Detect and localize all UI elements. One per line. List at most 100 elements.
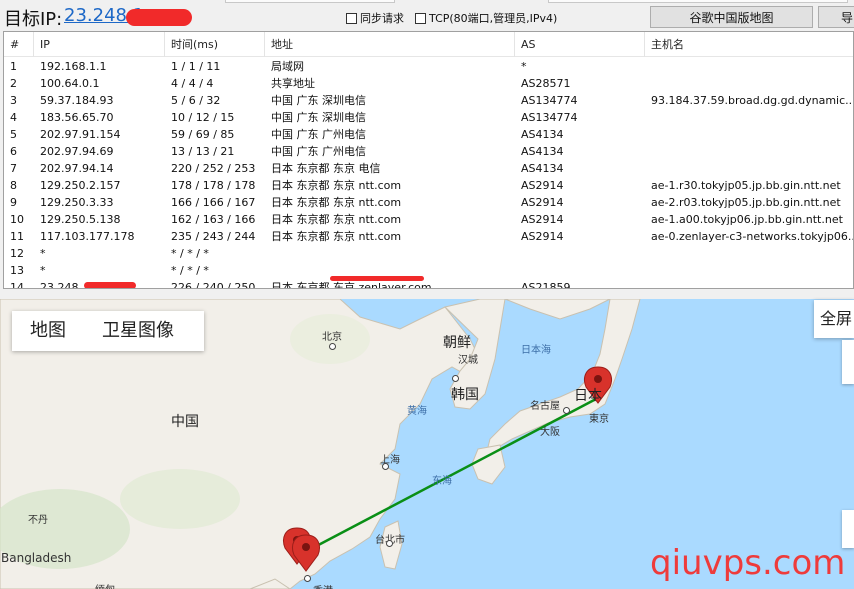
cell-hostname (645, 126, 853, 143)
cell-index: 6 (10, 145, 17, 158)
tcp-checkbox[interactable]: TCP(80端口,管理员,IPv4) (415, 10, 557, 26)
redaction-mark (126, 9, 192, 26)
map-label-beijing: 北京 (322, 332, 342, 343)
column-header-ip[interactable]: IP (34, 32, 165, 57)
map-label-bangladesh: Bangladesh (1, 551, 72, 565)
checkbox-icon[interactable] (415, 12, 426, 24)
cell-hostname: ae-2.r03.tokyjp05.jp.bb.gin.ntt.net (651, 196, 841, 209)
cell-as: AS2914 (521, 196, 564, 209)
table-row[interactable]: 2 100.64.0.1 4 / 4 / 4 共享地址 AS28571 (4, 75, 853, 92)
table-row[interactable]: 11 117.103.177.178 235 / 243 / 244 日本 东京都 东… (4, 228, 853, 245)
google-china-map-button[interactable]: 谷歌中国版地图 (650, 6, 813, 28)
map-label-japan: 日本 (574, 388, 602, 404)
cell-hostname: 93.184.37.59.broad.dg.gd.dynamic... (651, 94, 854, 107)
trace-table: # IP 时间(ms) 地址 AS 主机名 1 192.168.1.1 1 / 1 … (3, 31, 854, 289)
cell-index: 3 (10, 94, 17, 107)
map-label-south-korea: 韩国 (451, 387, 479, 403)
table-row[interactable]: 5 202.97.91.154 59 / 69 / 85 中国 广东 广州电信 AS41… (4, 126, 853, 143)
cell-time: 162 / 163 / 166 (171, 213, 256, 226)
cell-address (265, 245, 515, 262)
cell-hostname (645, 143, 853, 160)
cell-index: 11 (10, 230, 24, 243)
cell-address: 日本 东京都 东京 电信 (271, 162, 381, 175)
cell-time: 178 / 178 / 178 (171, 179, 256, 192)
map-label-china: 中国 (171, 414, 199, 430)
table-row[interactable]: 9 129.250.3.33 166 / 166 / 167 日本 东京都 东京 nt… (4, 194, 853, 211)
cell-time: 5 / 6 / 32 (171, 94, 221, 107)
cell-as: AS4134 (521, 145, 564, 158)
cell-ip: 129.250.5.138 (40, 213, 121, 226)
table-row[interactable]: 13 * * / * / * (4, 262, 853, 279)
cell-hostname (645, 75, 853, 92)
map-label-bhutan: 不丹 (28, 515, 48, 526)
tab-satellite[interactable]: 卫星图像 (84, 311, 192, 351)
target-ip-label: 目标IP: (4, 9, 63, 30)
cell-time: 166 / 166 / 167 (171, 196, 256, 209)
cell-address: 中国 广东 广州电信 (271, 145, 366, 158)
cell-time: 4 / 4 / 4 (171, 77, 214, 90)
cell-time: 226 / 240 / 250 (171, 281, 256, 289)
cell-as: AS2914 (521, 230, 564, 243)
table-row[interactable]: 4 183.56.65.70 10 / 12 / 15 中国 广东 深圳电信 AS134… (4, 109, 853, 126)
cell-as (515, 262, 645, 279)
cell-ip: 117.103.177.178 (40, 230, 135, 243)
tab-strip-left (225, 0, 395, 3)
table-row[interactable]: 3 59.37.184.93 5 / 6 / 32 中国 广东 深圳电信 AS13477… (4, 92, 853, 109)
cell-index: 1 (10, 60, 17, 73)
column-header-index[interactable]: # (4, 32, 34, 57)
map-type-tabs: 地图 卫星图像 (12, 311, 204, 351)
column-header-as[interactable]: AS (515, 32, 645, 57)
cell-address: 日本 东京都 东京 ntt.com (271, 196, 402, 209)
checkbox-icon[interactable] (346, 12, 357, 24)
map-label-east-china-sea: 东海 (432, 476, 452, 487)
map-label-hancheng: 汉城 (458, 355, 478, 366)
table-row[interactable]: 1 192.168.1.1 1 / 1 / 11 局域网 * (4, 58, 853, 75)
cell-time: 10 / 12 / 15 (171, 111, 235, 124)
cell-ip: 202.97.94.14 (40, 162, 114, 175)
tab-strip-right (548, 0, 848, 3)
cell-time: 235 / 243 / 244 (171, 230, 256, 243)
table-row[interactable]: 8 129.250.2.157 178 / 178 / 178 日本 东京都 东京 n… (4, 177, 853, 194)
cell-ip: * (40, 247, 46, 260)
cell-hostname (645, 262, 853, 279)
table-header: # IP 时间(ms) 地址 AS 主机名 (4, 32, 853, 57)
table-row[interactable]: 6 202.97.94.69 13 / 13 / 21 中国 广东 广州电信 AS413… (4, 143, 853, 160)
cell-ip: 129.250.2.157 (40, 179, 121, 192)
map-control[interactable] (842, 340, 854, 384)
cell-hostname (645, 58, 853, 75)
sync-request-checkbox[interactable]: 同步请求 (346, 10, 404, 26)
cell-ip: 129.250.3.33 (40, 196, 114, 209)
cell-as: AS21859 (521, 281, 571, 289)
map-label-tokyo: 東京 (589, 414, 609, 425)
column-header-address[interactable]: 地址 (265, 32, 515, 57)
cell-ip: 59.37.184.93 (40, 94, 114, 107)
map-label-osaka: 大阪 (540, 427, 560, 438)
cell-ip: 202.97.91.154 (40, 128, 121, 141)
cell-address: 中国 广东 广州电信 (271, 128, 366, 141)
tcp-label: TCP(80端口,管理员,IPv4) (429, 12, 558, 25)
column-header-time[interactable]: 时间(ms) (165, 32, 265, 57)
city-dot-beijing (329, 343, 336, 350)
cell-as: AS134774 (521, 111, 578, 124)
tab-map[interactable]: 地图 (12, 311, 84, 351)
city-dot-hongkong (304, 575, 311, 582)
map-label-north-korea: 朝鲜 (443, 335, 471, 351)
table-row[interactable]: 7 202.97.94.14 220 / 252 / 253 日本 东京都 东京 电信… (4, 160, 853, 177)
table-row[interactable]: 12 * * / * / * (4, 245, 853, 262)
cell-as: AS28571 (521, 77, 571, 90)
map-label-hongkong: 香港 (313, 582, 333, 589)
cell-index: 12 (10, 247, 24, 260)
cell-ip: 192.168.1.1 (40, 60, 107, 73)
cell-as: * (521, 60, 527, 73)
red-underline-mark (330, 276, 424, 281)
cell-address: 中国 广东 深圳电信 (271, 94, 366, 107)
fullscreen-button[interactable]: 全屏 (814, 300, 854, 338)
cell-time: * / * / * (171, 264, 209, 277)
cell-as: AS4134 (521, 162, 564, 175)
export-button[interactable]: 导 (818, 6, 854, 28)
cell-index: 2 (10, 77, 17, 90)
column-header-hostname[interactable]: 主机名 (645, 32, 853, 57)
table-row[interactable]: 10 129.250.5.138 162 / 163 / 166 日本 东京都 东京 … (4, 211, 853, 228)
cell-hostname (645, 245, 853, 262)
cell-address: 日本 东京都 东京 ntt.com (271, 230, 402, 243)
